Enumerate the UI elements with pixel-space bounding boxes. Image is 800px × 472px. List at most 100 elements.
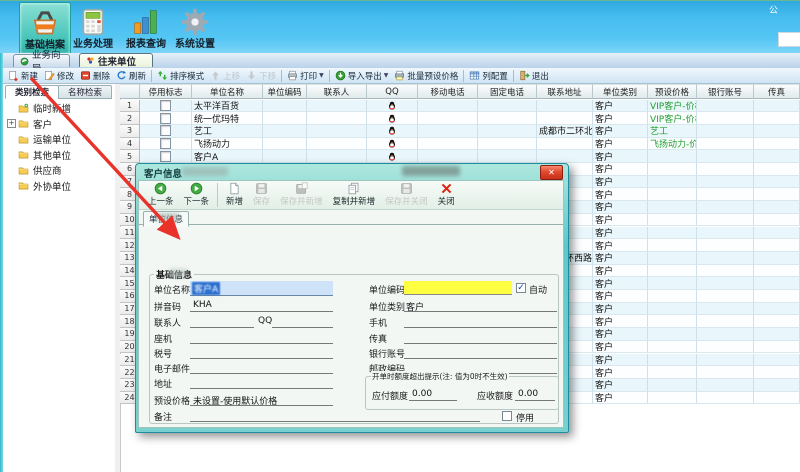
- table-cell[interactable]: [754, 315, 800, 328]
- table-cell[interactable]: [537, 138, 593, 151]
- table-cell[interactable]: [754, 112, 800, 125]
- table-cell[interactable]: 客户: [593, 201, 648, 214]
- table-cell[interactable]: [648, 252, 697, 265]
- table-cell[interactable]: [648, 163, 697, 176]
- table-cell[interactable]: [697, 303, 754, 316]
- table-cell[interactable]: 客户: [593, 379, 648, 392]
- table-cell[interactable]: 客户: [593, 366, 648, 379]
- column-header-3[interactable]: 单位编码: [263, 84, 307, 99]
- table-cell[interactable]: [478, 150, 537, 163]
- tree-item-3[interactable]: 其他单位: [17, 148, 71, 162]
- disable-flag-checkbox[interactable]: [160, 125, 171, 136]
- table-cell[interactable]: [648, 150, 697, 163]
- table-cell[interactable]: [418, 112, 478, 125]
- table-cell[interactable]: [697, 328, 754, 341]
- disable-flag-checkbox[interactable]: [160, 138, 171, 149]
- table-cell[interactable]: [648, 277, 697, 290]
- column-header-4[interactable]: 联系人: [307, 84, 367, 99]
- table-cell[interactable]: [697, 188, 754, 201]
- table-cell[interactable]: [697, 354, 754, 367]
- nav-item-system-settings[interactable]: 系统设置: [170, 2, 220, 53]
- close-icon[interactable]: ✕: [540, 165, 563, 180]
- table-cell[interactable]: 客户: [593, 290, 648, 303]
- payable-input[interactable]: [409, 389, 457, 401]
- toolbar-button-sort-mode[interactable]: 排序模式: [154, 70, 207, 82]
- column-header-6[interactable]: 移动电话: [418, 84, 478, 99]
- tab-trading-units[interactable]: 往来单位: [79, 53, 153, 67]
- sidebar-tab-1[interactable]: 名称检索: [58, 85, 112, 99]
- table-cell[interactable]: [754, 354, 800, 367]
- table-cell[interactable]: [307, 138, 367, 151]
- table-cell[interactable]: [263, 125, 307, 138]
- table-cell[interactable]: 太平洋百货: [192, 100, 263, 113]
- toolbar-button-move-up[interactable]: 上移: [207, 70, 243, 82]
- table-cell[interactable]: [697, 290, 754, 303]
- table-cell[interactable]: [263, 112, 307, 125]
- toolbar-button-exit[interactable]: 退出: [516, 70, 552, 82]
- table-cell[interactable]: 客户: [593, 125, 648, 138]
- table-cell[interactable]: [648, 366, 697, 379]
- address-input[interactable]: [190, 377, 333, 389]
- sidebar-tab-0[interactable]: 类别检索: [5, 85, 59, 99]
- table-cell[interactable]: [648, 201, 697, 214]
- dropdown-caret-icon[interactable]: ▼: [384, 72, 389, 79]
- table-cell[interactable]: [697, 125, 754, 138]
- table-cell[interactable]: [754, 392, 800, 405]
- dialog-button-prev[interactable]: 上一条: [143, 182, 179, 207]
- column-header-12[interactable]: 传真: [754, 84, 800, 99]
- fax-input[interactable]: [404, 332, 557, 344]
- toolbar-button-edit[interactable]: 修改: [41, 70, 77, 82]
- table-cell[interactable]: [478, 125, 537, 138]
- row-number[interactable]: 2: [120, 112, 140, 125]
- table-cell[interactable]: [697, 315, 754, 328]
- table-cell[interactable]: [307, 100, 367, 113]
- landline-input[interactable]: [190, 332, 333, 344]
- column-header-5[interactable]: QQ: [367, 84, 418, 99]
- table-cell[interactable]: 客户: [593, 150, 648, 163]
- row-number[interactable]: 4: [120, 138, 140, 151]
- disable-flag-checkbox[interactable]: [160, 151, 171, 162]
- table-cell[interactable]: 成都市二环北三: [537, 125, 593, 138]
- table-cell[interactable]: [697, 252, 754, 265]
- disabled-checkbox[interactable]: [502, 411, 512, 421]
- row-number[interactable]: 3: [120, 125, 140, 138]
- table-cell[interactable]: [140, 100, 192, 113]
- auto-checkbox[interactable]: ✓: [516, 283, 526, 293]
- bank-input[interactable]: [404, 347, 557, 359]
- table-cell[interactable]: [648, 341, 697, 354]
- toolbar-button-print[interactable]: 打印▼: [284, 70, 327, 82]
- table-cell[interactable]: [140, 138, 192, 151]
- dialog-button-save-add[interactable]: 保存并新增: [275, 182, 328, 207]
- table-cell[interactable]: [648, 328, 697, 341]
- table-cell[interactable]: [418, 125, 478, 138]
- table-cell[interactable]: [754, 176, 800, 189]
- column-header-0[interactable]: [120, 84, 140, 99]
- table-cell[interactable]: 统一优玛特: [192, 112, 263, 125]
- table-cell[interactable]: [697, 392, 754, 405]
- table-cell[interactable]: [478, 138, 537, 151]
- table-cell[interactable]: [697, 214, 754, 227]
- table-cell[interactable]: [754, 201, 800, 214]
- table-cell[interactable]: 客户: [593, 277, 648, 290]
- table-cell[interactable]: [697, 265, 754, 278]
- table-cell[interactable]: 客户: [593, 176, 648, 189]
- table-cell[interactable]: [140, 112, 192, 125]
- table-cell[interactable]: [754, 366, 800, 379]
- table-cell[interactable]: [140, 125, 192, 138]
- table-cell[interactable]: 客户: [593, 188, 648, 201]
- tree-expander-icon[interactable]: +: [7, 119, 16, 128]
- row-number[interactable]: 1: [120, 100, 140, 113]
- table-cell[interactable]: [367, 100, 418, 113]
- table-cell[interactable]: [754, 252, 800, 265]
- table-cell[interactable]: [263, 150, 307, 163]
- table-cell[interactable]: [307, 112, 367, 125]
- table-cell[interactable]: 客户: [593, 214, 648, 227]
- table-cell[interactable]: [307, 125, 367, 138]
- table-cell[interactable]: [697, 277, 754, 290]
- dialog-button-close[interactable]: 关闭: [433, 182, 460, 207]
- table-cell[interactable]: [418, 100, 478, 113]
- toolbar-button-batch-price[interactable]: 批量预设价格: [391, 70, 461, 82]
- table-cell[interactable]: 客户: [593, 392, 648, 405]
- category-input[interactable]: [404, 300, 557, 312]
- table-cell[interactable]: 飞扬动力: [192, 138, 263, 151]
